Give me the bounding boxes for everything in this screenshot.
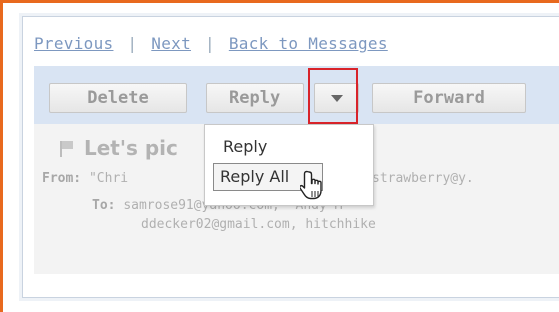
previous-link[interactable]: Previous [34, 34, 113, 53]
subject-text: Let's pic [84, 136, 178, 160]
menu-item-reply[interactable]: Reply [223, 137, 267, 156]
hand-pointer-icon [300, 170, 322, 200]
reply-dropdown-highlight [308, 68, 358, 124]
to-value-line2: ddecker02@gmail.com, hitchhike [141, 217, 376, 232]
from-line: From: "Chri [42, 171, 128, 186]
forward-button[interactable]: Forward [372, 83, 526, 113]
reply-dropdown-menu: Reply Reply All [204, 124, 374, 206]
reply-button[interactable]: Reply [206, 83, 304, 113]
next-link[interactable]: Next [151, 34, 191, 53]
frame-border-top [0, 0, 559, 3]
frame-border-left [0, 0, 3, 312]
nav-separator: | [127, 34, 138, 53]
message-toolbar: Delete Reply Forward [34, 66, 559, 124]
to-label: To: [92, 198, 116, 213]
from-value-start: "Chri [88, 171, 129, 186]
from-value-end: strawberry@y. [372, 171, 474, 186]
nav-separator: | [204, 34, 215, 53]
delete-button[interactable]: Delete [49, 83, 187, 113]
from-label: From: [42, 171, 82, 186]
message-subject: Let's pic [60, 136, 178, 160]
message-nav: Previous | Next | Back to Messages [34, 34, 388, 53]
flag-icon[interactable] [60, 141, 74, 157]
back-to-messages-link[interactable]: Back to Messages [229, 34, 388, 53]
